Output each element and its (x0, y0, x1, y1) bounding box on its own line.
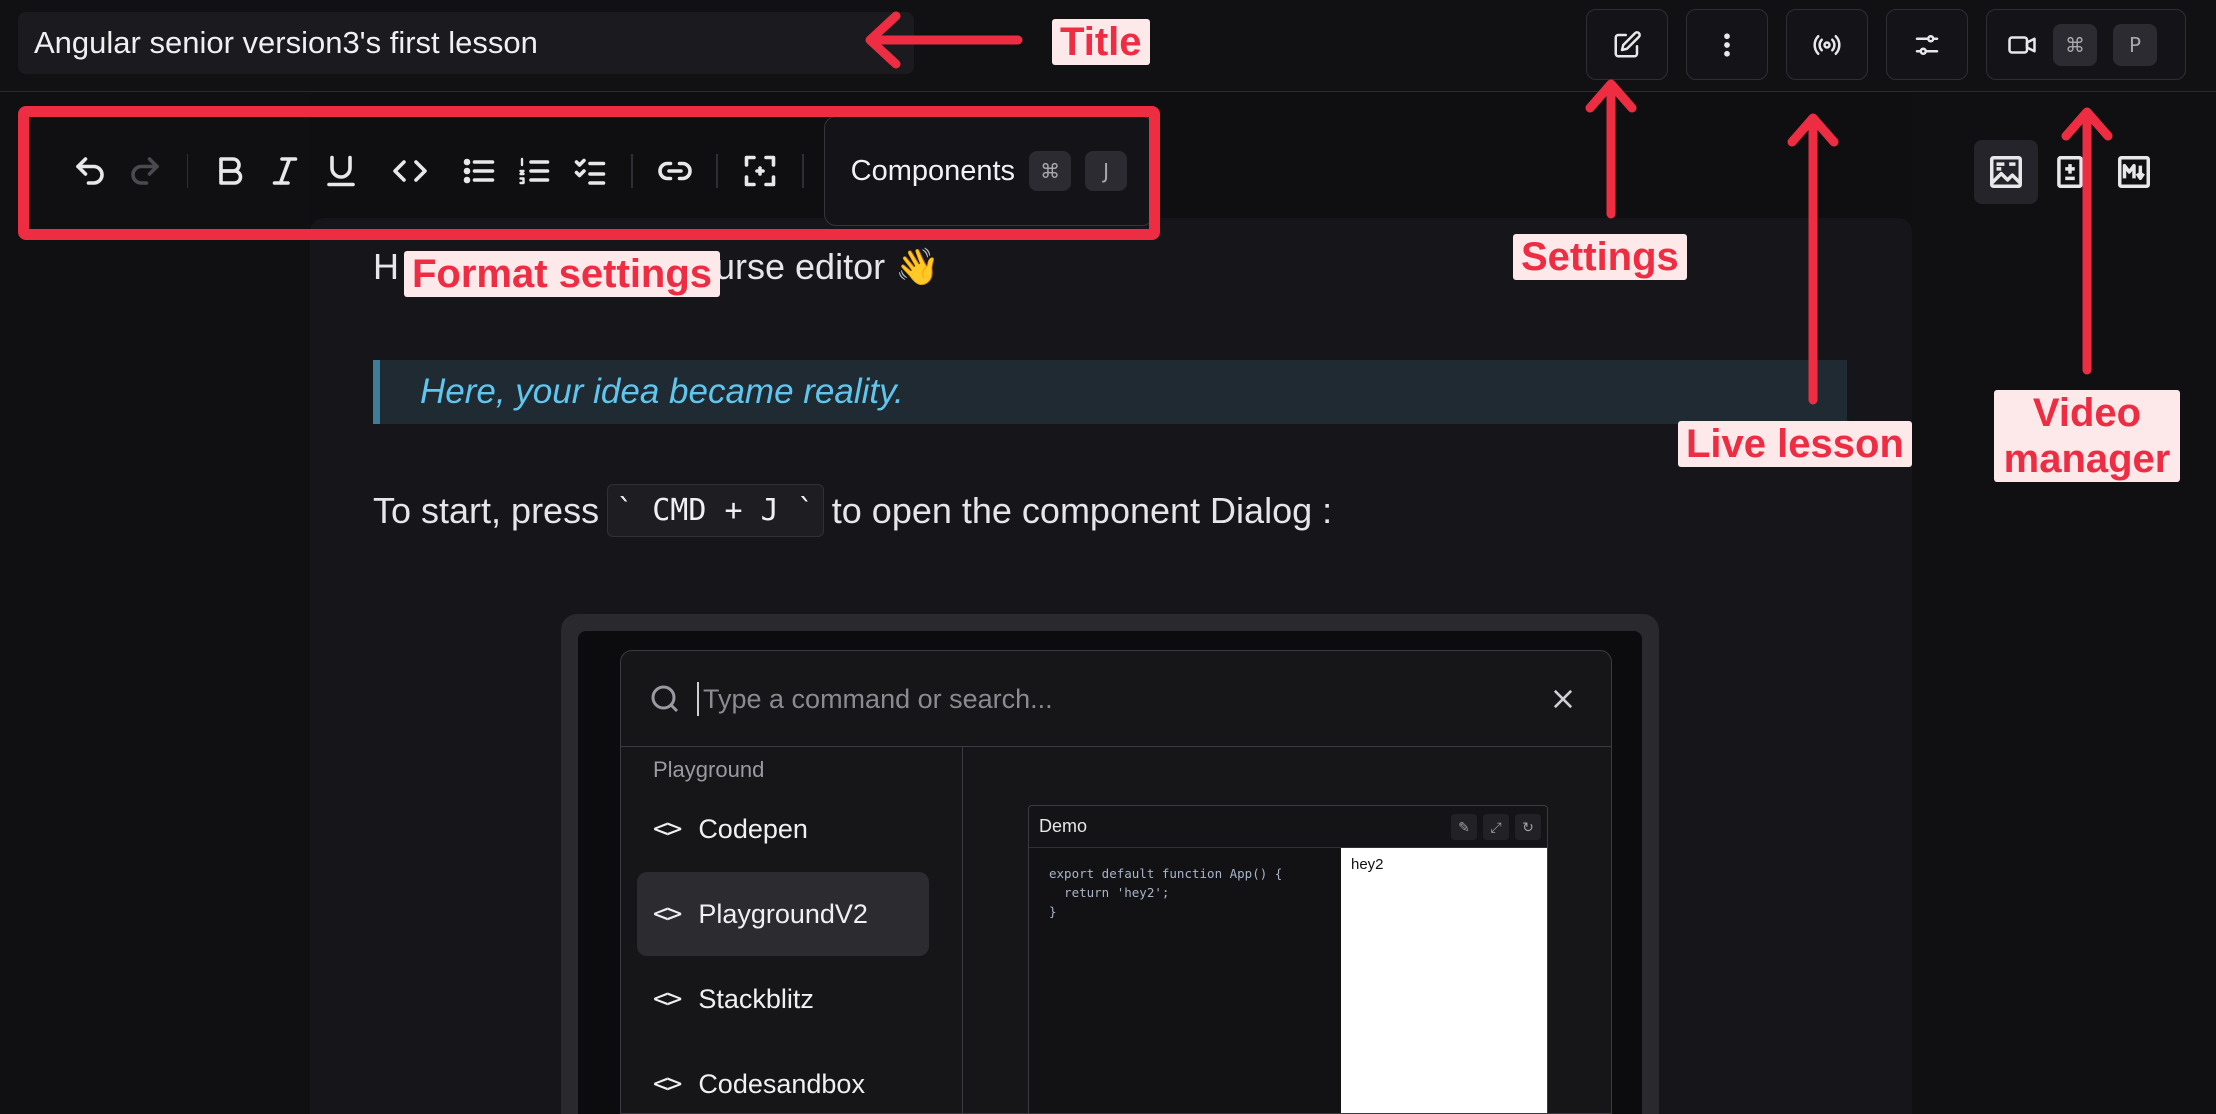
format-settings-annotation: Format settings (404, 251, 721, 297)
annotation-arrows (865, 11, 2113, 405)
video-manager-annotation: Video manager (1994, 390, 2180, 482)
title-annotation: Title (1052, 19, 1150, 65)
live-lesson-annotation: Live lesson (1678, 421, 1912, 467)
settings-annotation: Settings (1513, 234, 1687, 280)
